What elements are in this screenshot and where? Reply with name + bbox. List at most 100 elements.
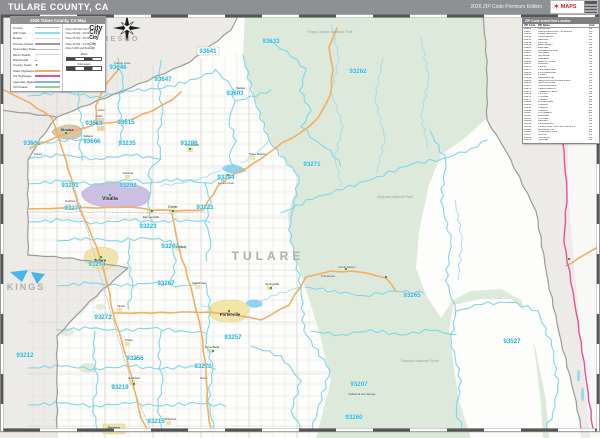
zip-label: 93666: [83, 138, 101, 145]
legend-city-categories: Cities 100,000 and AboveCityCities 50,00…: [63, 24, 105, 91]
city-label: Terra Bella: [205, 345, 220, 349]
edition-label: 2026 ZIP Code Premium Edition: [470, 4, 542, 10]
zip-label: 93207: [350, 381, 368, 388]
zip-label: 93272: [94, 314, 112, 321]
park-label: Kings Canyon National Park: [308, 30, 353, 34]
place-marker: [189, 148, 191, 150]
zip-label: 93618: [85, 120, 103, 127]
city-label: Traver: [34, 152, 42, 156]
city-label: Ivanhoe: [123, 171, 134, 175]
legend-item: Interstate Highways: [13, 79, 60, 84]
map-sheet: Kings Canyon National Park Sequoia Nation…: [0, 0, 600, 438]
city-label: Visalia: [102, 196, 118, 202]
zip-label: 93257: [224, 334, 242, 341]
legend-scale-bars: Miles Kilometers: [65, 52, 103, 71]
zip-label: 93615: [117, 119, 135, 126]
zip-label: 93271: [303, 161, 321, 168]
zip-label: 93212: [16, 352, 34, 359]
city-label: Orosi: [98, 108, 105, 112]
zip-label: 93291: [61, 182, 79, 189]
legend-item: Minor Roads: [13, 52, 60, 57]
city-label: Tipton: [117, 304, 125, 308]
legend-item: US Highways: [13, 74, 60, 79]
zip-label: 93527: [503, 338, 521, 345]
kilometers-scale-label: Kilometers: [65, 62, 103, 66]
place-marker: [151, 210, 153, 212]
legend-line-items: CountyZIP CodeRoadsPrimary RoadsSecondar…: [11, 24, 63, 91]
miles-scale-label: Miles: [65, 52, 103, 56]
zip-label: 93215: [147, 418, 165, 425]
zip-index-rows: 93201ALPAUGHA593207CALIFORNIA HOT SPRING…: [523, 28, 599, 143]
legend-city-category: Cities 9,999 and BelowCity: [65, 46, 103, 51]
zip-label: 93219: [111, 384, 129, 391]
legend-panel: 2026 Tulare County, CA Map CountyZIP Cod…: [10, 16, 106, 92]
zip-label: 93256: [126, 355, 144, 362]
city-label: Farmersville: [143, 215, 160, 219]
city-label: Ponderosa: [321, 274, 335, 278]
place-marker: [172, 210, 174, 212]
legend-item: Roads: [13, 36, 60, 41]
zip-index-row: 93673TRAVERA1: [524, 139, 598, 142]
place-marker: [385, 276, 387, 278]
legend-item: County: [13, 25, 60, 30]
zip-label: 93247: [161, 243, 179, 250]
city-label: Porterville: [220, 312, 241, 317]
city-label: Richgrove: [164, 417, 177, 421]
zip-label: 93262: [349, 68, 367, 75]
county-label: KINGS: [7, 282, 46, 292]
place-marker: [568, 258, 570, 260]
zip-label: 93631: [23, 140, 41, 147]
title-bar: TULARE COUNTY, CA 2026 ZIP Code Premium …: [0, 0, 600, 14]
legend-title: 2026 Tulare County, CA Map: [11, 17, 105, 24]
miles-scale-bar: [66, 57, 102, 62]
zip-label: 93641: [199, 48, 217, 55]
legend-item: Rail Roads: [13, 57, 60, 62]
brand-star-icon: ✶: [553, 3, 560, 11]
legend-item: ZIP Code: [13, 30, 60, 35]
city-label: Strathmore: [192, 281, 206, 285]
legend-item: Toll Roads: [13, 84, 60, 89]
zip-label: 93633: [262, 38, 280, 45]
city-label: Earlimart: [128, 376, 139, 380]
legend-city-category: Cities 25,000 - 49,999City: [65, 35, 103, 40]
place-marker: [133, 383, 135, 385]
zip-label: 93277: [64, 205, 82, 212]
zip-label: 93603: [226, 90, 244, 97]
legend-item: Primary Roads: [13, 41, 60, 46]
place-marker: [270, 287, 272, 289]
map-title: TULARE COUNTY, CA: [8, 2, 109, 12]
city-label: Lemon Cove: [218, 181, 234, 185]
legend-item: County Seats★: [13, 63, 60, 68]
city-label: Exeter: [168, 205, 178, 209]
place-marker: [65, 132, 67, 134]
city-label: Ducor: [200, 376, 208, 380]
zip-label: 93274: [88, 261, 106, 268]
zip-label: 93647: [154, 76, 172, 83]
zip-label: 93646: [109, 64, 127, 71]
zip-label: 93235: [118, 140, 136, 147]
park-label: Sequoia National Park: [377, 195, 413, 199]
city-label: Springville: [265, 282, 279, 286]
legend-item: Secondary Roads: [13, 47, 60, 52]
zip-index-panel: ZIP Code Index/Grid Locator ZIP CodeZIP …: [522, 17, 600, 144]
zip-label: 93244: [217, 174, 235, 181]
zip-label: 93223: [139, 223, 157, 230]
zip-label: 93286: [180, 140, 198, 147]
zip-label: 93270: [194, 363, 212, 370]
city-label: Cutler: [95, 114, 103, 118]
kilometers-scale-bar: [66, 66, 102, 71]
city-label: Three Rivers: [248, 152, 266, 156]
county-label: TULARE: [232, 249, 305, 263]
city-label: Dinuba: [61, 128, 75, 132]
city-label: Goshen: [65, 199, 75, 203]
place-marker: [212, 350, 214, 352]
city-label: Camp Nelson: [339, 265, 356, 269]
zip-label: 93221: [196, 204, 214, 211]
park-label: Sequoia National Forest: [401, 359, 441, 363]
city-label: California Hot Springs: [348, 392, 376, 396]
zip-label: 93260: [345, 414, 363, 421]
zip-label: 93265: [403, 292, 421, 299]
city-label: Pixley: [125, 338, 133, 342]
brand-logo-text: MAPS: [561, 4, 577, 10]
brand-side-block: [584, 1, 597, 13]
